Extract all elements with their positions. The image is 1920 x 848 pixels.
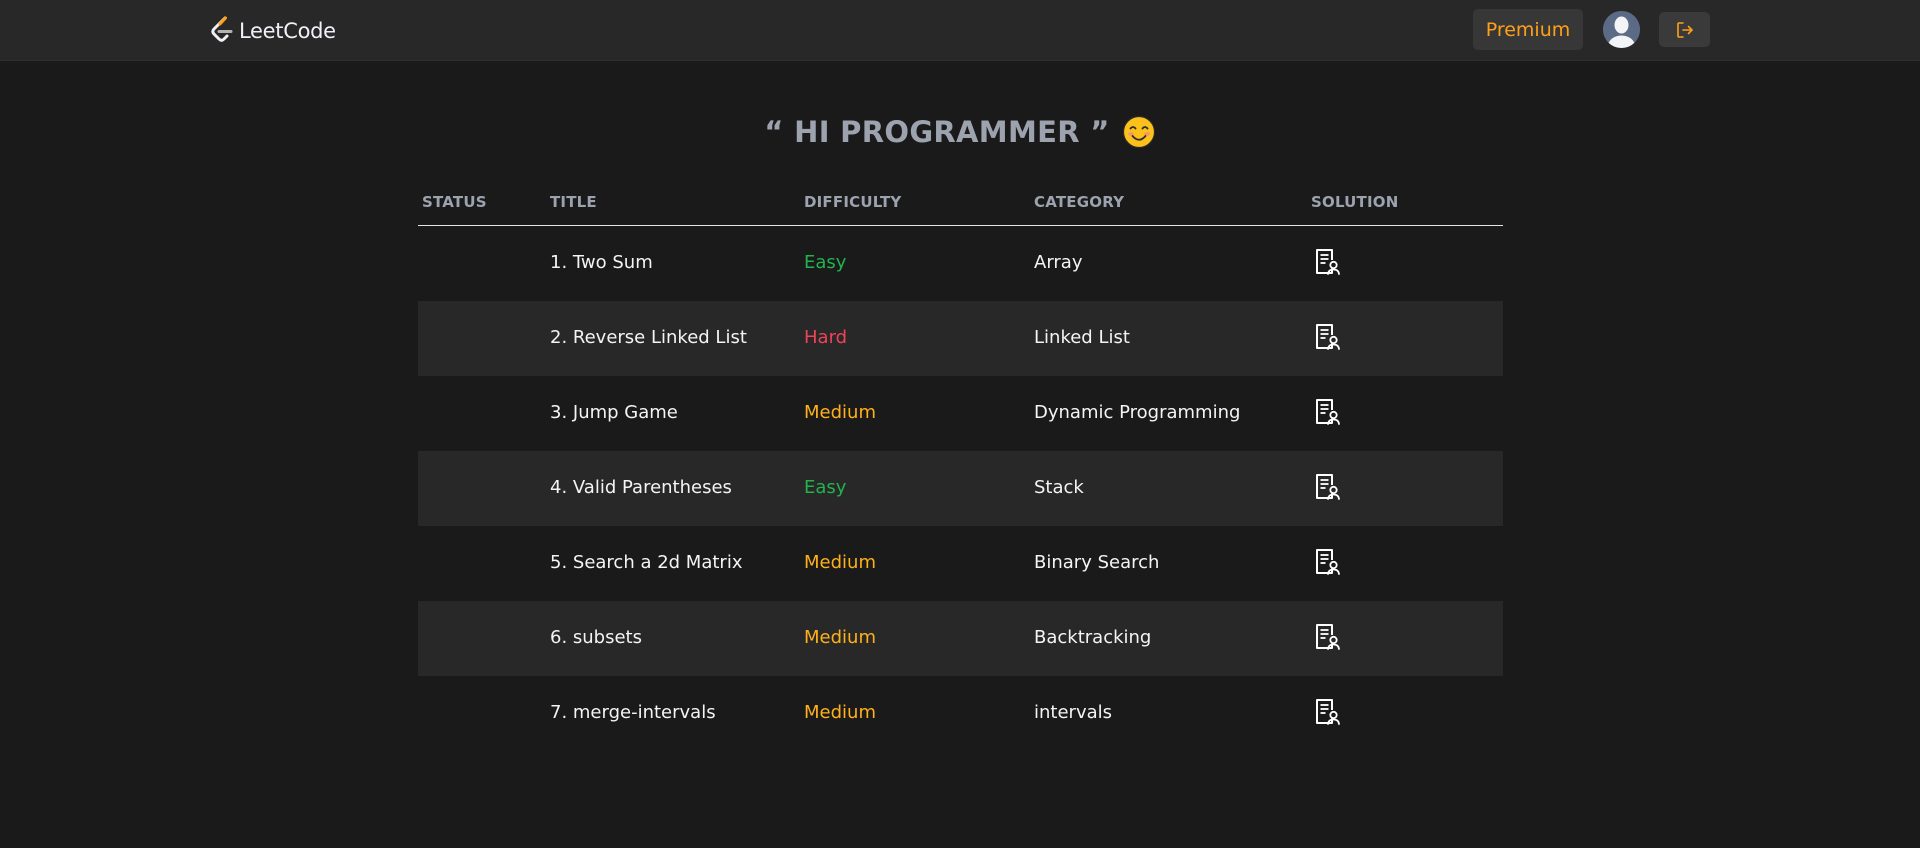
solution-document-icon[interactable] — [1311, 547, 1343, 579]
leetcode-logo-icon — [211, 16, 233, 42]
greeting-heading: “ HI PROGRAMMER ” — [0, 108, 1920, 156]
problem-title-link[interactable]: 5. Search a 2d Matrix — [550, 552, 742, 574]
header-solution[interactable]: SOLUTION — [1311, 193, 1398, 211]
user-avatar-icon — [1603, 11, 1640, 48]
difficulty-label: Medium — [804, 627, 876, 648]
logo-text: LeetCode — [239, 19, 336, 43]
category-label: Backtracking — [1034, 627, 1152, 648]
problems-table: STATUS TITLE DIFFICULTY CATEGORY SOLUTIO… — [418, 178, 1503, 751]
category-label: intervals — [1034, 702, 1113, 723]
difficulty-label: Hard — [804, 327, 848, 348]
top-navbar: LeetCode Premium — [0, 0, 1920, 61]
difficulty-label: Medium — [804, 552, 876, 573]
problem-title-link[interactable]: 1. Two Sum — [550, 252, 653, 274]
header-title[interactable]: TITLE — [550, 193, 597, 211]
table-header: STATUS TITLE DIFFICULTY CATEGORY SOLUTIO… — [418, 178, 1503, 226]
solution-document-icon[interactable] — [1311, 397, 1343, 429]
category-label: Dynamic Programming — [1034, 402, 1241, 423]
logout-button[interactable] — [1659, 12, 1710, 47]
difficulty-label: Medium — [804, 402, 876, 423]
premium-button[interactable]: Premium — [1473, 9, 1583, 50]
table-row: 5. Search a 2d Matrix Medium Binary Sear… — [418, 526, 1503, 601]
difficulty-label: Easy — [804, 477, 847, 498]
table-row: 3. Jump Game Medium Dynamic Programming — [418, 376, 1503, 451]
leetcode-logo[interactable]: LeetCode — [208, 15, 336, 47]
category-label: Binary Search — [1034, 552, 1160, 573]
table-row: 4. Valid Parentheses Easy Stack — [418, 451, 1503, 526]
problem-title-link[interactable]: 7. merge-intervals — [550, 702, 716, 724]
difficulty-label: Medium — [804, 702, 876, 723]
solution-document-icon[interactable] — [1311, 697, 1343, 729]
header-status[interactable]: STATUS — [422, 193, 487, 211]
solution-document-icon[interactable] — [1311, 472, 1343, 504]
solution-document-icon[interactable] — [1311, 247, 1343, 279]
problem-title-link[interactable]: 2. Reverse Linked List — [550, 327, 747, 349]
greeting-text: “ HI PROGRAMMER ” — [764, 115, 1110, 149]
category-label: Linked List — [1034, 327, 1130, 348]
smiling-face-emoji-icon — [1122, 115, 1155, 149]
table-row: 6. subsets Medium Backtracking — [418, 601, 1503, 676]
table-row: 2. Reverse Linked List Hard Linked List — [418, 301, 1503, 376]
category-label: Array — [1034, 252, 1083, 273]
logout-icon — [1676, 21, 1693, 38]
table-row: 1. Two Sum Easy Array — [418, 226, 1503, 301]
user-avatar[interactable] — [1603, 11, 1640, 48]
table-row: 7. merge-intervals Medium intervals — [418, 676, 1503, 751]
problem-title-link[interactable]: 6. subsets — [550, 627, 642, 649]
solution-document-icon[interactable] — [1311, 622, 1343, 654]
solution-document-icon[interactable] — [1311, 322, 1343, 354]
difficulty-label: Easy — [804, 252, 847, 273]
header-category[interactable]: CATEGORY — [1034, 193, 1124, 211]
problem-title-link[interactable]: 4. Valid Parentheses — [550, 477, 732, 499]
header-difficulty[interactable]: DIFFICULTY — [804, 193, 901, 211]
category-label: Stack — [1034, 477, 1084, 498]
problem-title-link[interactable]: 3. Jump Game — [550, 402, 678, 424]
